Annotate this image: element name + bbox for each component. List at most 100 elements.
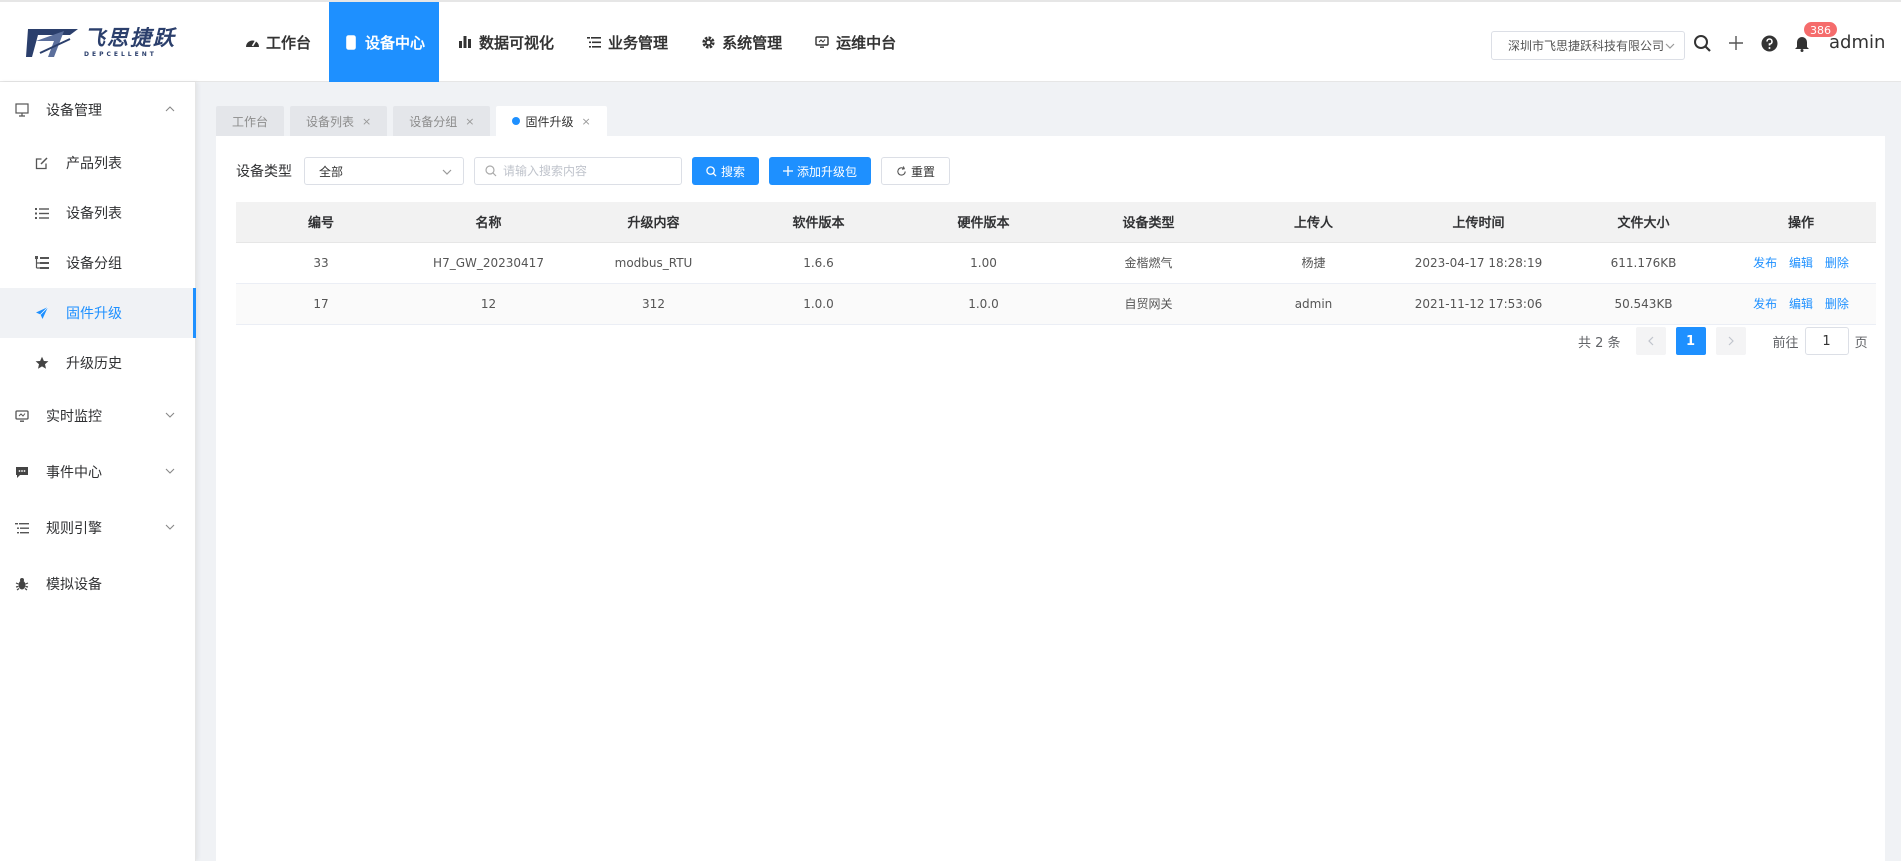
- dashboard-icon: [244, 34, 260, 50]
- logo-subtext: DEPCELLENT: [84, 51, 157, 58]
- search-button[interactable]: 搜索: [692, 157, 760, 185]
- column-header[interactable]: 上传时间: [1396, 202, 1561, 243]
- nav-item-device-center[interactable]: 设备中心: [329, 2, 440, 82]
- refresh-icon: [896, 165, 907, 177]
- logo-text: 飞思捷跃: [84, 26, 176, 50]
- top-bar: 飞思捷跃 DEPCELLENT 工作台 设备中心 数据可视化 业务管理 系统管理…: [0, 0, 1901, 82]
- column-header[interactable]: 软件版本: [736, 202, 901, 243]
- plus-icon: [783, 166, 794, 176]
- search-input[interactable]: [503, 164, 673, 178]
- column-header[interactable]: 名称: [406, 202, 571, 243]
- search-field[interactable]: [474, 157, 682, 185]
- plus-icon[interactable]: [1725, 32, 1747, 54]
- pagination-total: 共 2 条: [1578, 335, 1621, 351]
- close-icon[interactable]: ×: [362, 115, 371, 128]
- publish-link[interactable]: 发布: [1753, 297, 1777, 311]
- close-icon[interactable]: ×: [582, 115, 591, 128]
- nav-item-ops-center[interactable]: 运维中台: [800, 2, 910, 82]
- sidebar-group-rule-engine[interactable]: 规则引擎: [0, 500, 195, 556]
- list-icon: [34, 205, 50, 221]
- paper-plane-icon: [34, 305, 50, 321]
- top-nav: 工作台 设备中心 数据可视化 业务管理 系统管理 运维中台: [230, 2, 914, 82]
- firmware-table: 编号 名称 升级内容 软件版本 硬件版本 设备类型 上传人 上传时间 文件大小 …: [236, 202, 1876, 325]
- nav-item-workbench[interactable]: 工作台: [230, 2, 325, 82]
- cell-id: 17: [236, 283, 406, 325]
- sidebar-group-realtime-monitor[interactable]: 实时监控: [0, 388, 195, 444]
- sidebar-item-device-list[interactable]: 设备列表: [0, 188, 195, 238]
- table-row[interactable]: 17 12 312 1.0.0 1.0.0 自贸网关 admin 2021-11…: [236, 283, 1876, 325]
- edit-icon: [34, 155, 50, 171]
- mobile-icon: [343, 34, 359, 50]
- cell-actions: 发布 编辑 删除: [1726, 242, 1876, 284]
- edit-link[interactable]: 编辑: [1789, 256, 1813, 270]
- add-upgrade-package-button[interactable]: 添加升级包: [769, 157, 872, 185]
- help-icon[interactable]: [1758, 32, 1780, 54]
- search-icon: [485, 165, 497, 177]
- bar-chart-icon: [457, 34, 473, 50]
- chevron-right-icon: [1728, 336, 1734, 346]
- gear-icon: [700, 34, 716, 50]
- cell-file-size: 50.543KB: [1561, 283, 1726, 325]
- cell-actions: 发布 编辑 删除: [1726, 283, 1876, 325]
- cell-upload-time: 2021-11-12 17:53:06: [1396, 283, 1561, 325]
- device-type-select[interactable]: 全部: [304, 157, 464, 185]
- sidebar-group-simulate-device[interactable]: 模拟设备: [0, 556, 195, 612]
- sidebar: 设备管理 产品列表 设备列表 设备分组 固件升级 升级历史 实时监控 事件中心 …: [0, 82, 196, 861]
- goto-page-input[interactable]: 1: [1804, 327, 1849, 355]
- search-icon[interactable]: [1691, 32, 1713, 54]
- chevron-down-icon: [442, 169, 452, 175]
- page-tabs: 工作台 设备列表 × 设备分组 × 固件升级 ×: [216, 106, 613, 136]
- reset-button[interactable]: 重置: [881, 157, 951, 185]
- sidebar-group-event-center[interactable]: 事件中心: [0, 444, 195, 500]
- table-header-row: 编号 名称 升级内容 软件版本 硬件版本 设备类型 上传人 上传时间 文件大小 …: [236, 202, 1876, 243]
- list-icon: [586, 34, 602, 50]
- chat-icon: [14, 464, 30, 480]
- sidebar-item-upgrade-history[interactable]: 升级历史: [0, 338, 195, 388]
- nav-item-system-mgmt[interactable]: 系统管理: [686, 2, 796, 82]
- sidebar-item-firmware-upgrade[interactable]: 固件升级: [0, 288, 196, 338]
- cell-device-type: 金楷燃气: [1066, 242, 1231, 284]
- tab-device-list[interactable]: 设备列表 ×: [290, 106, 388, 136]
- edit-link[interactable]: 编辑: [1789, 297, 1813, 311]
- star-icon: [34, 355, 50, 371]
- list-icon: [14, 520, 30, 536]
- column-header[interactable]: 升级内容: [571, 202, 736, 243]
- column-header: 操作: [1726, 202, 1876, 243]
- tab-firmware-upgrade[interactable]: 固件升级 ×: [496, 106, 607, 136]
- main-panel: 设备类型 全部 搜索 添加升级包 重置: [216, 136, 1885, 861]
- page-suffix: 页: [1854, 335, 1868, 351]
- sidebar-group-device-mgmt[interactable]: 设备管理: [0, 82, 195, 138]
- sidebar-item-device-group[interactable]: 设备分组: [0, 238, 195, 288]
- delete-link[interactable]: 删除: [1825, 256, 1849, 270]
- column-header[interactable]: 硬件版本: [901, 202, 1066, 243]
- cell-software-version: 1.0.0: [736, 283, 901, 325]
- monitor-icon: [14, 408, 30, 424]
- goto-label: 前往: [1772, 335, 1799, 351]
- nav-item-data-visualization[interactable]: 数据可视化: [443, 2, 568, 82]
- prev-page-button[interactable]: [1635, 327, 1666, 355]
- cell-software-version: 1.6.6: [736, 242, 901, 284]
- tab-device-group[interactable]: 设备分组 ×: [393, 106, 491, 136]
- tab-workbench[interactable]: 工作台: [216, 106, 285, 136]
- tree-icon: [34, 255, 50, 271]
- column-header[interactable]: 上传人: [1231, 202, 1396, 243]
- column-header[interactable]: 编号: [236, 202, 406, 243]
- bug-icon: [14, 576, 30, 592]
- cell-hardware-version: 1.0.0: [901, 283, 1066, 325]
- publish-link[interactable]: 发布: [1753, 256, 1777, 270]
- next-page-button[interactable]: [1715, 327, 1746, 355]
- user-name[interactable]: admin: [1829, 32, 1885, 53]
- close-icon[interactable]: ×: [465, 115, 474, 128]
- logo[interactable]: 飞思捷跃 DEPCELLENT: [24, 22, 184, 64]
- cell-hardware-version: 1.00: [901, 242, 1066, 284]
- delete-link[interactable]: 删除: [1825, 297, 1849, 311]
- device-type-label: 设备类型: [236, 164, 292, 180]
- nav-item-business-mgmt[interactable]: 业务管理: [572, 2, 682, 82]
- sidebar-item-product-list[interactable]: 产品列表: [0, 138, 195, 188]
- chevron-down-icon: [165, 412, 175, 418]
- column-header[interactable]: 文件大小: [1561, 202, 1726, 243]
- company-select[interactable]: 深圳市飞思捷跃科技有限公司: [1491, 31, 1685, 60]
- column-header[interactable]: 设备类型: [1066, 202, 1231, 243]
- table-row[interactable]: 33 H7_GW_20230417 modbus_RTU 1.6.6 1.00 …: [236, 242, 1876, 284]
- page-number-button[interactable]: 1: [1675, 327, 1706, 355]
